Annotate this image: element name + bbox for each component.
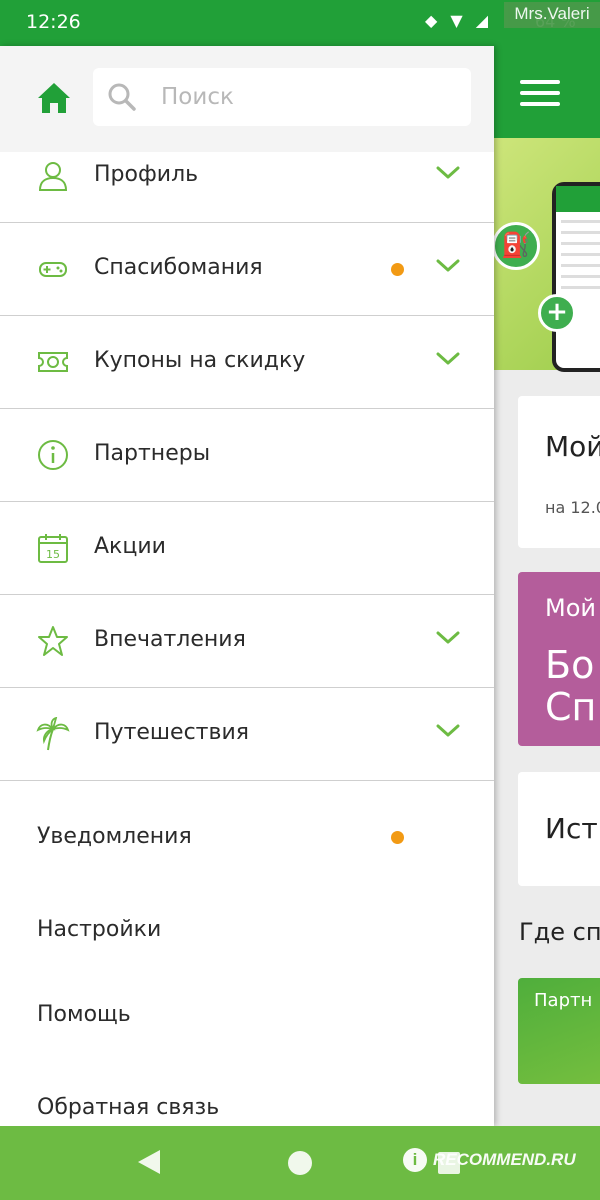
promo-card[interactable]: Мой Бо Сп	[518, 572, 600, 746]
info-icon	[38, 440, 68, 470]
chevron-down-icon[interactable]	[436, 352, 460, 366]
menu-item-label: Партнеры	[94, 441, 211, 466]
watermark-text: RECOMMEND.RU	[433, 1150, 576, 1169]
promo-card-line2: Сп	[545, 685, 597, 729]
hamburger-menu-icon[interactable]	[520, 80, 560, 113]
back-icon[interactable]	[136, 1148, 162, 1176]
menu-item-profile[interactable]: Профиль	[0, 130, 494, 223]
status-icons: ◆ ▼ ◢	[425, 11, 493, 30]
promo-banner[interactable]: ⛽ +	[494, 138, 600, 372]
plus-icon: +	[538, 294, 576, 332]
chevron-down-icon[interactable]	[436, 631, 460, 645]
notification-badge	[391, 263, 404, 276]
chevron-down-icon[interactable]	[436, 259, 460, 273]
search-input[interactable]	[161, 80, 461, 114]
navigation-drawer: Профиль Спасибомания Купоны на скидку Па…	[0, 46, 494, 1126]
menu-item-settings[interactable]: Настройки	[37, 917, 161, 942]
balance-card-title: Мой	[545, 430, 600, 463]
menu-item-label: Путешествия	[94, 720, 249, 745]
background-app: ⛽ + Мой на 12.0 Мой Бо Сп Ист Где сп Пар…	[494, 46, 600, 1126]
home-button[interactable]	[288, 1151, 312, 1175]
menu-item-label: Купоны на скидку	[94, 348, 306, 373]
fuel-icon: ⛽	[494, 222, 540, 270]
where-to-spend-heading: Где сп	[519, 918, 600, 946]
partners-card[interactable]: Партн	[518, 978, 600, 1084]
menu-item-help[interactable]: Помощь	[37, 1002, 131, 1027]
gamepad-icon	[39, 262, 67, 277]
promo-card-line1: Бо	[545, 643, 595, 687]
notification-badge	[391, 831, 404, 844]
menu-item-coupons[interactable]: Купоны на скидку	[0, 316, 494, 409]
promo-card-title: Мой	[545, 594, 596, 622]
profile-icon	[38, 162, 68, 191]
calendar-day: 15	[46, 548, 60, 561]
search-box[interactable]	[93, 68, 471, 126]
chevron-down-icon[interactable]	[436, 166, 460, 180]
menu-item-label: Акции	[94, 534, 166, 559]
history-card-title: Ист	[545, 812, 598, 845]
home-icon[interactable]	[36, 80, 72, 116]
menu-item-label: Профиль	[94, 162, 199, 187]
menu-item-travel[interactable]: Путешествия	[0, 688, 494, 781]
calendar-icon: 15	[38, 534, 68, 563]
menu-item-impressions[interactable]: Впечатления	[0, 595, 494, 688]
star-icon	[38, 626, 68, 656]
menu-item-notifications[interactable]: Уведомления	[37, 824, 192, 849]
menu-item-promotions[interactable]: 15 Акции	[0, 502, 494, 595]
watermark-bottom: i RECOMMEND.RU	[403, 1148, 576, 1172]
search-icon	[108, 83, 136, 111]
menu-item-label: Впечатления	[94, 627, 246, 652]
status-time: 12:26	[26, 11, 81, 33]
palm-icon	[36, 717, 70, 751]
chevron-down-icon[interactable]	[436, 724, 460, 738]
watermark-top: Mrs.Valeri	[504, 2, 600, 28]
menu-item-partners[interactable]: Партнеры	[0, 409, 494, 502]
balance-card[interactable]: Мой на 12.0	[518, 396, 600, 548]
menu-item-label: Спасибомания	[94, 255, 263, 280]
menu-item-feedback[interactable]: Обратная связь	[37, 1095, 219, 1120]
phone-illustration	[552, 182, 600, 372]
watermark-logo: i	[403, 1148, 427, 1172]
history-card[interactable]: Ист	[518, 772, 600, 886]
app-header	[494, 46, 600, 138]
balance-card-date: на 12.0	[545, 498, 600, 517]
menu-item-spasibomania[interactable]: Спасибомания	[0, 223, 494, 316]
partners-card-title: Партн	[534, 990, 593, 1011]
coupon-icon	[38, 352, 68, 372]
